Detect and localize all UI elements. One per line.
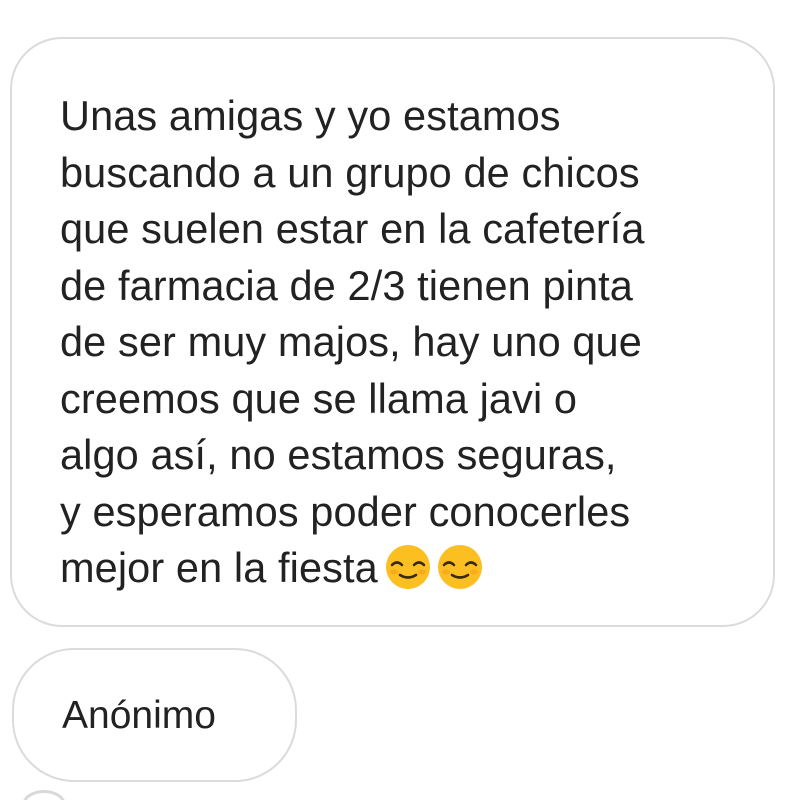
message-line: y esperamos poder conocerles <box>60 487 631 535</box>
message-line-last: mejor en la fiesta <box>60 540 743 597</box>
message-line: que suelen estar en la cafetería <box>60 205 645 252</box>
sender-bubble[interactable]: Anónimo <box>12 648 297 782</box>
message-bubble: Unas amigas y yo estamos buscando a un g… <box>10 37 775 627</box>
message-line: buscando a un grupo de chicos <box>60 148 640 196</box>
message-line: de ser muy majos, hay uno que <box>60 318 642 365</box>
partial-avatar-icon <box>22 790 66 800</box>
message-text: Unas amigas y yo estamos buscando a un g… <box>60 88 743 597</box>
message-line: de farmacia de 2/3 tienen pinta <box>60 261 633 309</box>
sender-label: Anónimo <box>62 693 216 737</box>
message-line-text: mejor en la fiesta <box>60 544 378 591</box>
message-line: algo así, no estamos seguras, <box>60 431 617 478</box>
message-line: creemos que se llama javi o <box>60 374 578 422</box>
smiling-face-emoji-icon <box>437 545 482 589</box>
message-line: Unas amigas y yo estamos <box>60 92 561 139</box>
smiling-face-emoji-icon <box>385 545 430 589</box>
